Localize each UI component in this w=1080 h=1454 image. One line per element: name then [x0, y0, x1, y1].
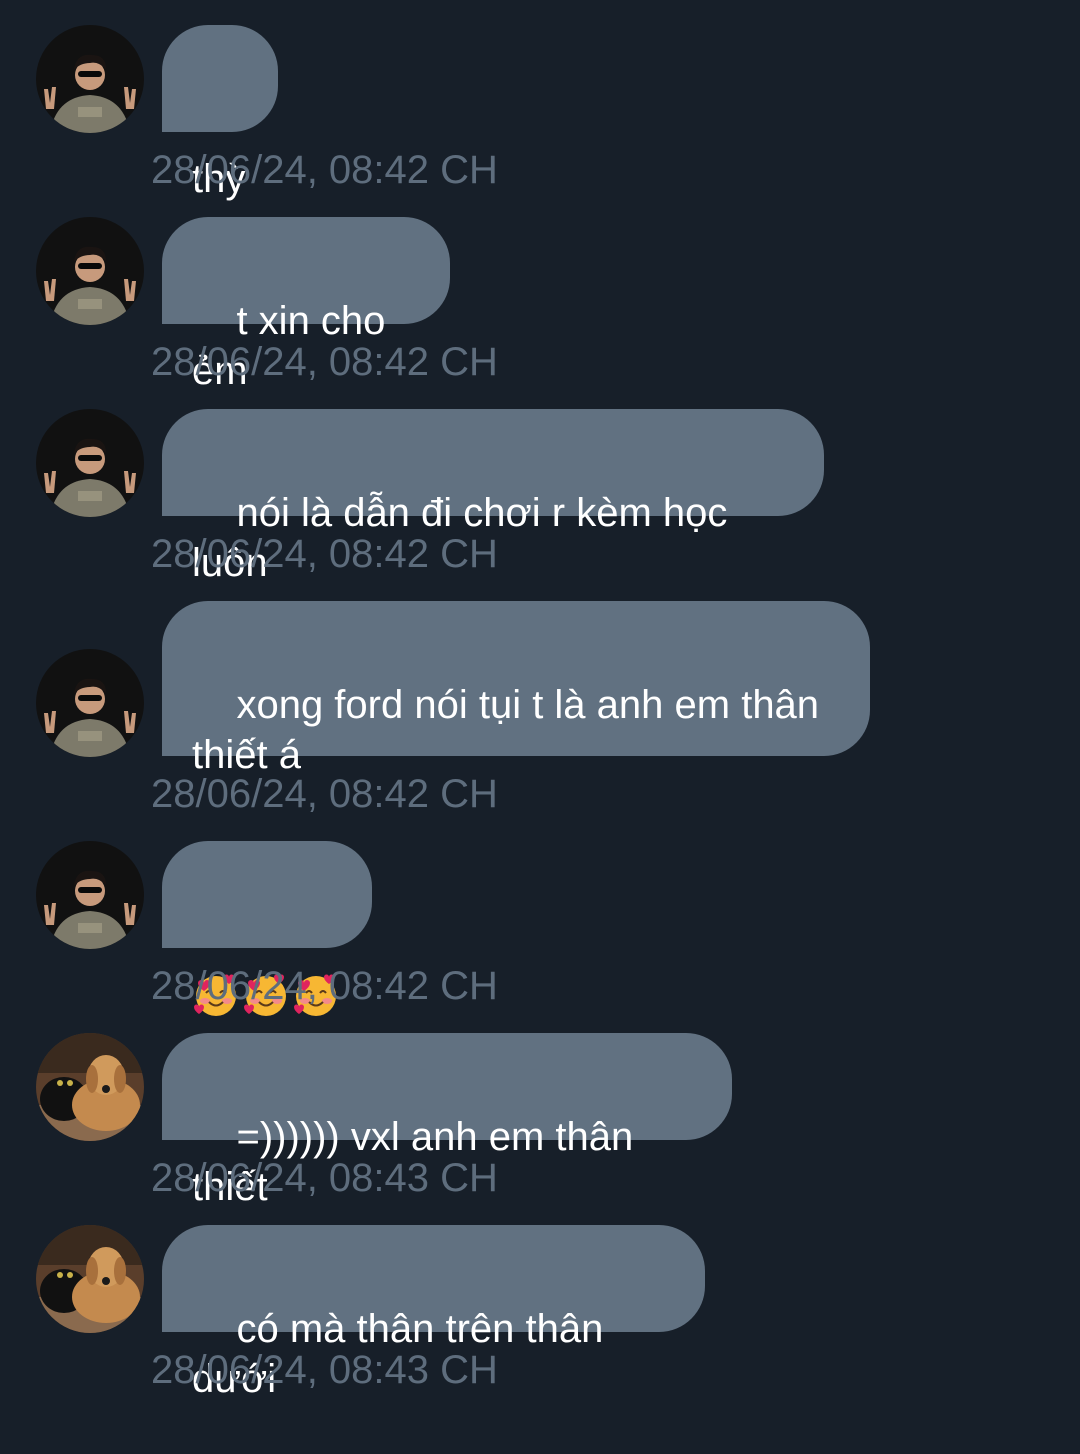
message-bubble[interactable]: t xin cho ẻm — [162, 217, 450, 393]
message-text: xong ford nói tụi t là anh em thân thiết… — [192, 683, 820, 777]
avatar-person-icon[interactable] — [36, 649, 144, 757]
message-timestamp: 28/06/24, 08:42 CH — [151, 340, 498, 384]
message-bubble[interactable]: xong ford nói tụi t là anh em thân thiết… — [162, 601, 870, 777]
avatar-person-icon[interactable] — [36, 409, 144, 517]
message-bubble[interactable]: thỳ — [162, 25, 278, 201]
message-bubble[interactable]: =)))))) vxl anh em thân thiết — [162, 1033, 732, 1209]
avatar-person-icon[interactable] — [36, 217, 144, 325]
message-bubble[interactable]: có mà thân trên thân dưới — [162, 1225, 705, 1401]
avatar-person-icon[interactable] — [36, 25, 144, 133]
message-timestamp: 28/06/24, 08:43 CH — [151, 1156, 498, 1200]
message-bubble[interactable]: nói là dẫn đi chơi r kèm học luôn — [162, 409, 824, 585]
message-timestamp: 28/06/24, 08:42 CH — [151, 532, 498, 576]
avatar-dog-icon[interactable] — [36, 1225, 144, 1333]
message-bubble[interactable] — [162, 841, 372, 1016]
message-timestamp: 28/06/24, 08:42 CH — [151, 964, 498, 1008]
message-timestamp: 28/06/24, 08:42 CH — [151, 772, 498, 816]
message-timestamp: 28/06/24, 08:42 CH — [151, 148, 498, 192]
message-timestamp: 28/06/24, 08:43 CH — [151, 1348, 498, 1392]
avatar-person-icon[interactable] — [36, 841, 144, 949]
avatar-dog-icon[interactable] — [36, 1033, 144, 1141]
